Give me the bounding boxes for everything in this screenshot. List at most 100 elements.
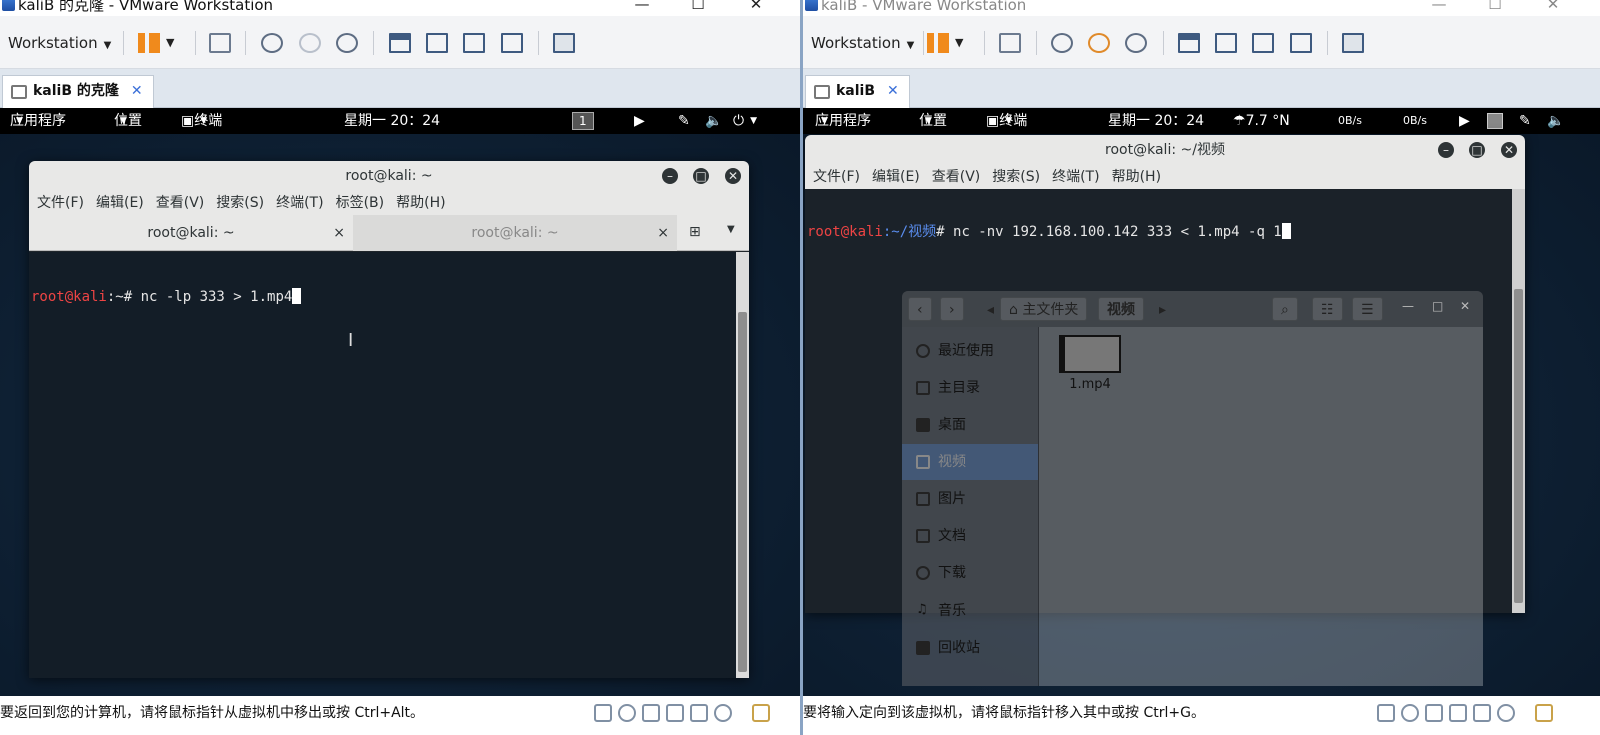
- sidebar-item-recent[interactable]: 最近使用: [902, 333, 1038, 369]
- tab-close-icon[interactable]: ×: [657, 215, 669, 251]
- show-library-icon[interactable]: [1178, 33, 1200, 53]
- terminal-body[interactable]: root@kali:~# nc -lp 333 > 1.mp4: [29, 252, 749, 678]
- close-icon[interactable]: ✕: [746, 0, 766, 12]
- menu-terminal[interactable]: 终端(T): [1052, 169, 1099, 185]
- scrollbar-thumb[interactable]: [1514, 289, 1523, 603]
- maximize-icon[interactable]: □: [1469, 142, 1485, 158]
- sidebar-item-videos[interactable]: 视频: [902, 444, 1038, 480]
- snapshot-icon[interactable]: [1051, 33, 1073, 53]
- pause-icon[interactable]: [138, 33, 160, 53]
- view-toggle-icon[interactable]: ☷: [1312, 297, 1343, 321]
- terminal-scrollbar[interactable]: [736, 252, 749, 678]
- maximize-icon[interactable]: ☐: [688, 0, 708, 12]
- menu-icon[interactable]: ☰: [1352, 297, 1383, 321]
- terminal-titlebar[interactable]: root@kali: ~/视频 – □ ✕: [805, 135, 1525, 165]
- network-adapter-icon[interactable]: [1425, 704, 1443, 722]
- sidebar-item-documents[interactable]: 文档: [902, 518, 1038, 554]
- printer-icon[interactable]: [1449, 704, 1467, 722]
- sidebar-item-desktop[interactable]: 桌面: [902, 407, 1038, 443]
- snapshot-manager-icon[interactable]: [336, 33, 358, 53]
- sidebar-item-home[interactable]: 主目录: [902, 370, 1038, 406]
- snapshot-icon[interactable]: [261, 33, 283, 53]
- weather-indicator[interactable]: ☂ 7.7 °N: [1233, 108, 1290, 134]
- unity-icon[interactable]: [1290, 33, 1312, 53]
- terminal-tab-active[interactable]: root@kali: ~ ×: [29, 215, 353, 251]
- close-icon[interactable]: ✕: [725, 168, 741, 184]
- menu-view[interactable]: 查看(V): [932, 169, 981, 185]
- show-library-icon[interactable]: [389, 33, 411, 53]
- search-icon[interactable]: ⌕: [1272, 297, 1298, 321]
- sidebar-item-music[interactable]: ♫ 音乐: [902, 593, 1038, 629]
- minimize-icon[interactable]: —: [1402, 299, 1414, 313]
- revert-snapshot-icon[interactable]: [1088, 33, 1110, 53]
- menu-help[interactable]: 帮助(H): [396, 195, 445, 211]
- full-screen-icon[interactable]: [463, 33, 485, 53]
- power-dropdown-icon[interactable]: ▼: [166, 30, 174, 56]
- terminal-scrollbar[interactable]: [1512, 189, 1525, 613]
- message-log-icon[interactable]: [1535, 704, 1553, 722]
- sidebar-item-pictures[interactable]: 图片: [902, 481, 1038, 517]
- power-dropdown-icon[interactable]: ▼: [955, 30, 963, 56]
- tab-menu-icon[interactable]: ▼: [727, 224, 735, 235]
- menu-search[interactable]: 搜索(S): [992, 169, 1040, 185]
- minimize-icon[interactable]: —: [1429, 0, 1449, 12]
- unity-icon[interactable]: [501, 33, 523, 53]
- send-ctrl-alt-del-icon[interactable]: [209, 33, 231, 53]
- hard-disk-icon[interactable]: [594, 704, 612, 722]
- close-icon[interactable]: ✕: [1460, 299, 1470, 313]
- menu-edit[interactable]: 编辑(E): [872, 169, 920, 185]
- revert-snapshot-icon[interactable]: [299, 33, 321, 53]
- vm-tab[interactable]: kaliB 的克隆 ✕: [2, 75, 154, 108]
- sound-icon[interactable]: [1473, 704, 1491, 722]
- cd-icon[interactable]: [618, 704, 636, 722]
- back-button[interactable]: ‹: [908, 297, 932, 321]
- clock[interactable]: 星期一 20：24: [344, 108, 440, 134]
- terminal-tab-inactive[interactable]: root@kali: ~ ×: [353, 215, 677, 251]
- printer-icon[interactable]: [666, 704, 684, 722]
- menu-view[interactable]: 查看(V): [156, 195, 205, 211]
- workstation-menu-button[interactable]: Workstation ▼: [8, 30, 111, 56]
- display-icon[interactable]: [714, 704, 732, 722]
- tab-close-icon[interactable]: ×: [333, 215, 345, 251]
- crumb-home[interactable]: ⌂ 主文件夹: [1000, 297, 1088, 321]
- hard-disk-icon[interactable]: [1377, 704, 1395, 722]
- sidebar-item-trash[interactable]: 回收站: [902, 630, 1038, 666]
- message-log-icon[interactable]: [752, 704, 770, 722]
- console-view-icon[interactable]: [1215, 33, 1237, 53]
- sidebar-item-downloads[interactable]: 下载: [902, 555, 1038, 591]
- minimize-icon[interactable]: –: [662, 168, 678, 184]
- close-icon[interactable]: ✕: [1543, 0, 1563, 12]
- terminal-window[interactable]: root@kali: ~ – □ ✕ 文件(F) 编辑(E) 查看(V) 搜索(S) 终…: [29, 161, 749, 678]
- minimize-icon[interactable]: —: [632, 0, 652, 12]
- close-icon[interactable]: ✕: [1501, 142, 1517, 158]
- tab-close-icon[interactable]: ✕: [887, 83, 899, 99]
- workspace-indicator[interactable]: [1487, 113, 1503, 129]
- menu-edit[interactable]: 编辑(E): [96, 195, 144, 211]
- maximize-icon[interactable]: □: [693, 168, 709, 184]
- forward-button[interactable]: ›: [940, 297, 964, 321]
- menu-terminal[interactable]: 终端(T): [276, 195, 323, 211]
- crumb-current[interactable]: 视频: [1098, 297, 1144, 321]
- sound-icon[interactable]: [690, 704, 708, 722]
- terminal-app-menu[interactable]: ▣ 终端 ▼: [986, 108, 1027, 134]
- menu-help[interactable]: 帮助(H): [1112, 169, 1161, 185]
- file-item[interactable]: 1.mp4: [1057, 335, 1123, 392]
- terminal-titlebar[interactable]: root@kali: ~ – □ ✕: [29, 161, 749, 191]
- full-screen-icon[interactable]: [1252, 33, 1274, 53]
- terminal-app-menu[interactable]: ▣ 终端 ▼: [181, 108, 222, 134]
- thumbnail-view-icon[interactable]: [1342, 33, 1364, 53]
- workspace-indicator[interactable]: 1: [572, 112, 594, 130]
- cd-icon[interactable]: [1401, 704, 1419, 722]
- workstation-menu-button[interactable]: Workstation ▼: [811, 30, 914, 56]
- maximize-icon[interactable]: □: [1432, 299, 1443, 313]
- display-icon[interactable]: [1497, 704, 1515, 722]
- guest-display[interactable]: 应用程序 ▼ 位置 ▼ ▣ 终端 ▼ 星期一 20：24 1 ▶ ✎ 🔈 ⏻ ▼ roo…: [0, 108, 800, 696]
- pause-icon[interactable]: [927, 33, 949, 53]
- file-manager-window[interactable]: ‹ › ◂ ⌂ 主文件夹 视频 ▸ ⌕ ☷ ☰ — □ ✕ 最近使用 主目录 桌…: [902, 291, 1483, 686]
- menu-file[interactable]: 文件(F): [37, 195, 84, 211]
- new-tab-icon[interactable]: ⊞: [689, 224, 701, 240]
- scrollbar-thumb[interactable]: [738, 312, 747, 672]
- vm-tab[interactable]: kaliB ✕: [805, 75, 910, 108]
- menu-tabs[interactable]: 标签(B): [336, 195, 385, 211]
- console-view-icon[interactable]: [426, 33, 448, 53]
